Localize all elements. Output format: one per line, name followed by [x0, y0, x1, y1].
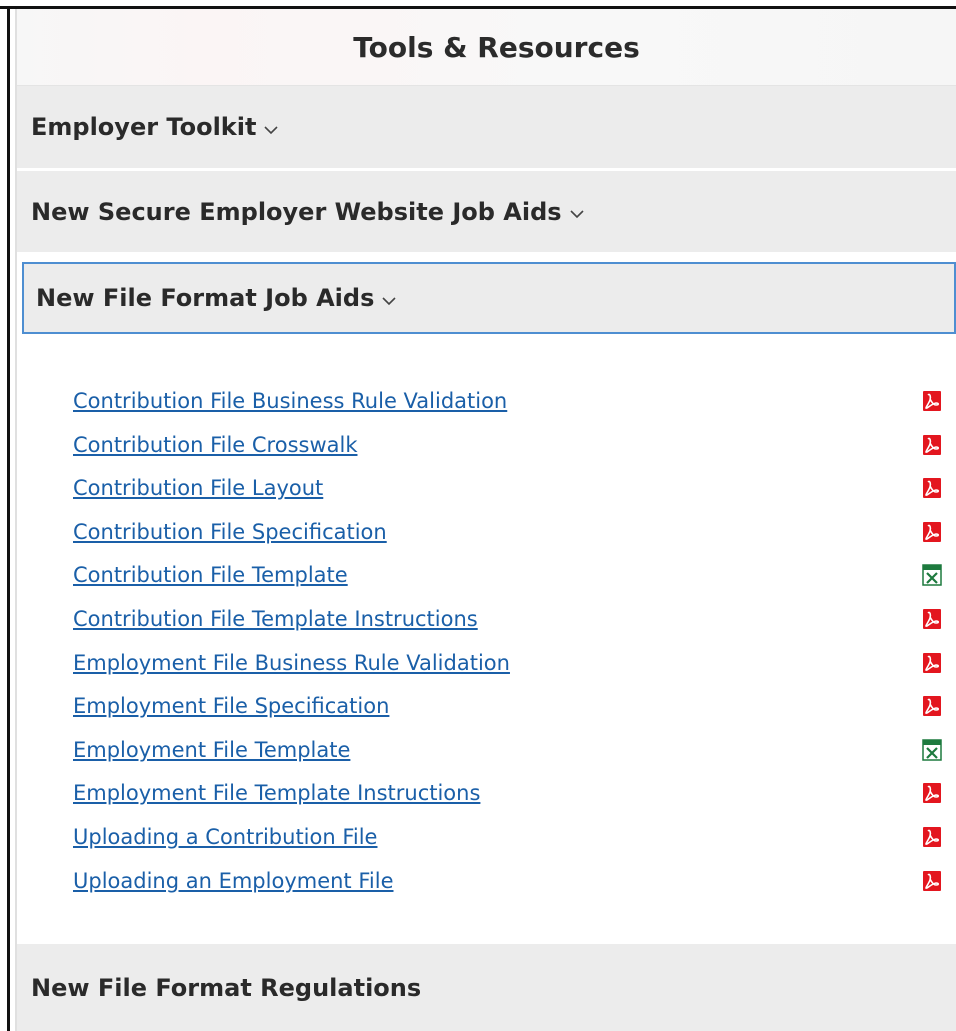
accordion-file-format-regulations[interactable]: New File Format Regulations: [17, 944, 956, 1031]
job-aid-link[interactable]: Contribution File Specification: [73, 520, 387, 544]
accordion-body-file-format-job-aids: Contribution File Business Rule Validati…: [17, 338, 956, 943]
pdf-icon[interactable]: [921, 825, 943, 849]
link-row: Employment File Template Instructions: [73, 776, 943, 810]
pdf-icon[interactable]: [921, 607, 943, 631]
panel-title-bar: Tools & Resources: [17, 9, 956, 86]
tools-resources-widget: Tools & Resources Employer Toolkit New S…: [0, 0, 956, 1031]
link-row: Uploading an Employment File: [73, 864, 943, 898]
link-row: Contribution File Specification: [73, 515, 943, 549]
link-row: Employment File Business Rule Validation: [73, 646, 943, 680]
job-aid-link[interactable]: Contribution File Layout: [73, 476, 323, 500]
link-row: Contribution File Crosswalk: [73, 428, 943, 462]
job-aid-link[interactable]: Contribution File Business Rule Validati…: [73, 389, 507, 413]
link-row: Employment File Specification: [73, 689, 943, 723]
pdf-icon[interactable]: [921, 781, 943, 805]
tools-resources-panel: Tools & Resources Employer Toolkit New S…: [10, 9, 956, 1031]
chevron-down-icon: [264, 120, 279, 139]
accordion-secure-website-job-aids[interactable]: New Secure Employer Website Job Aids: [17, 171, 956, 254]
link-row: Contribution File Template: [73, 558, 943, 592]
link-row: Contribution File Business Rule Validati…: [73, 384, 943, 418]
job-aid-link[interactable]: Employment File Business Rule Validation: [73, 651, 510, 675]
accordion-label: Employer Toolkit: [31, 113, 257, 141]
job-aid-link[interactable]: Contribution File Template: [73, 563, 348, 587]
accordion-employer-toolkit[interactable]: Employer Toolkit: [17, 86, 956, 170]
pdf-icon[interactable]: [921, 476, 943, 500]
pdf-icon[interactable]: [921, 651, 943, 675]
pdf-icon[interactable]: [921, 694, 943, 718]
job-aid-link[interactable]: Employment File Template Instructions: [73, 781, 480, 805]
accordion-label: New Secure Employer Website Job Aids: [31, 197, 562, 226]
excel-icon[interactable]: [921, 738, 943, 762]
link-row: Contribution File Layout: [73, 471, 943, 505]
job-aid-link[interactable]: Uploading a Contribution File: [73, 825, 377, 849]
link-row: Uploading a Contribution File: [73, 820, 943, 854]
accordion-file-format-job-aids[interactable]: New File Format Job Aids: [22, 262, 956, 334]
chevron-down-icon: [382, 291, 396, 310]
job-aid-link[interactable]: Employment File Specification: [73, 694, 389, 718]
excel-icon[interactable]: [921, 563, 943, 587]
accordion-label: New File Format Job Aids: [36, 284, 375, 312]
pdf-icon[interactable]: [921, 389, 943, 413]
chevron-down-icon: [569, 204, 584, 223]
job-aid-link[interactable]: Contribution File Template Instructions: [73, 607, 478, 631]
pdf-icon[interactable]: [921, 869, 943, 893]
panel-title: Tools & Resources: [353, 30, 640, 64]
job-aid-link[interactable]: Uploading an Employment File: [73, 869, 394, 893]
link-row: Contribution File Template Instructions: [73, 602, 943, 636]
job-aid-link[interactable]: Employment File Template: [73, 738, 350, 762]
link-row: Employment File Template: [73, 733, 943, 767]
pdf-icon[interactable]: [921, 520, 943, 544]
pdf-icon[interactable]: [921, 433, 943, 457]
accordion-label: New File Format Regulations: [31, 974, 422, 1002]
job-aid-link[interactable]: Contribution File Crosswalk: [73, 433, 357, 457]
